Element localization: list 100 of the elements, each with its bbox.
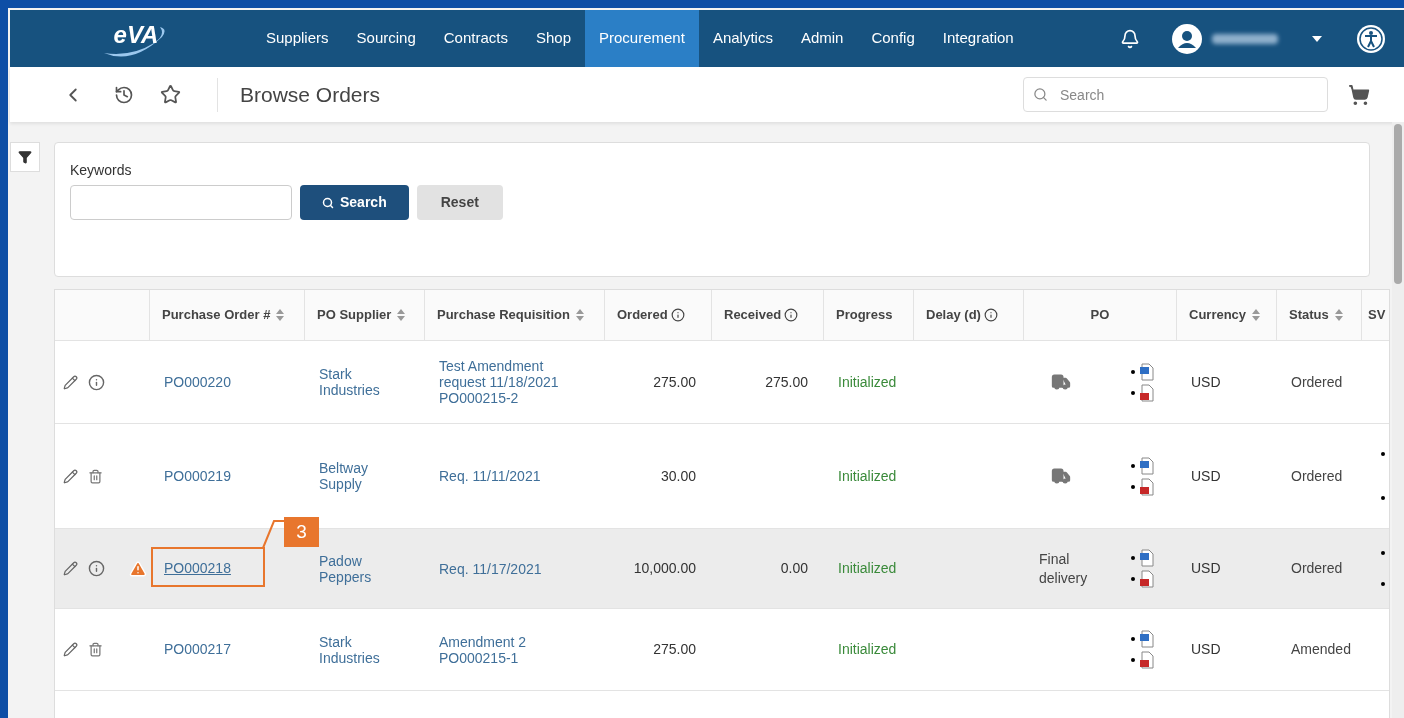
- delivery-note: Final delivery: [1039, 549, 1089, 588]
- progress-text: Initialized: [838, 559, 897, 578]
- delete-icon[interactable]: [88, 468, 103, 484]
- bullet-icon: [1131, 484, 1135, 489]
- info-icon[interactable]: [983, 308, 998, 322]
- column-header: Received: [724, 306, 782, 325]
- cart-icon[interactable]: [1348, 83, 1370, 106]
- sort-icon[interactable]: [276, 309, 285, 321]
- column-header[interactable]: Currency: [1189, 305, 1247, 325]
- order-link[interactable]: PO000219: [164, 465, 231, 487]
- scrollbar[interactable]: [1392, 122, 1404, 718]
- annotation-label: 3: [284, 517, 319, 547]
- bullet-icon: [1131, 637, 1135, 641]
- pdf-document-icon[interactable]: [1139, 570, 1155, 588]
- caret-icon[interactable]: [1312, 35, 1322, 42]
- column-header[interactable]: Purchase Order #: [162, 305, 271, 325]
- word-document-icon[interactable]: [1139, 456, 1155, 475]
- table-cell-text: USD: [1191, 640, 1221, 659]
- nav-tab[interactable]: Admin: [786, 10, 858, 67]
- nav-tab[interactable]: Integration: [928, 10, 1028, 67]
- search-field[interactable]: Search: [1023, 77, 1328, 112]
- order-link[interactable]: PO000220: [164, 371, 231, 393]
- edit-icon[interactable]: [63, 374, 78, 390]
- pdf-document-icon[interactable]: [1139, 651, 1155, 669]
- supplier-link[interactable]: Beltway Supply: [319, 460, 389, 492]
- word-document-icon[interactable]: [1139, 549, 1155, 567]
- avatar-icon[interactable]: [1172, 23, 1202, 54]
- search-icon: [1033, 87, 1048, 102]
- table-cell-text: 275.00: [765, 372, 808, 392]
- table-cell-text: USD: [1191, 466, 1221, 486]
- status-text: Amended: [1291, 640, 1351, 659]
- edit-icon[interactable]: [63, 561, 78, 576]
- progress-text: Initialized: [838, 640, 897, 659]
- search-icon: [322, 196, 334, 209]
- requisition-link[interactable]: Req. 11/17/2021: [439, 560, 542, 577]
- bullet-icon: [1131, 390, 1135, 395]
- nav-tab[interactable]: Sourcing: [342, 10, 430, 67]
- table-cell-text: 10,000.00: [633, 559, 696, 578]
- nav-tab[interactable]: Analytics: [698, 10, 787, 67]
- supplier-link[interactable]: Padow Peppers: [319, 552, 389, 585]
- status-text: Ordered: [1291, 559, 1343, 578]
- column-header[interactable]: Purchase Requisition: [437, 305, 570, 325]
- edit-icon[interactable]: [63, 642, 78, 657]
- filter-toggle[interactable]: [10, 142, 40, 172]
- sort-icon[interactable]: [1252, 309, 1261, 321]
- column-header[interactable]: Status: [1289, 305, 1329, 325]
- history-icon[interactable]: [114, 84, 134, 105]
- leader-line: [262, 519, 284, 549]
- sort-icon[interactable]: [1334, 309, 1343, 321]
- status-text: Ordered: [1291, 372, 1343, 392]
- bullet-icon: [1381, 550, 1385, 555]
- nav-tab[interactable]: Contracts: [429, 10, 522, 67]
- bullet-icon: [1131, 658, 1135, 662]
- accessibility-icon[interactable]: [1356, 23, 1386, 54]
- column-header: Ordered: [617, 306, 668, 325]
- pdf-document-icon[interactable]: [1139, 477, 1155, 496]
- info-icon[interactable]: [784, 308, 799, 322]
- pdf-document-icon[interactable]: [1139, 383, 1155, 402]
- info-icon[interactable]: [88, 373, 105, 391]
- word-document-icon[interactable]: [1139, 362, 1155, 381]
- star-icon[interactable]: [160, 84, 181, 105]
- word-document-icon[interactable]: [1139, 630, 1155, 648]
- nav-tab[interactable]: Procurement: [585, 10, 699, 67]
- supplier-link[interactable]: Stark Industries: [319, 633, 389, 666]
- filter-icon: [18, 150, 32, 164]
- bullet-icon: [1131, 463, 1135, 468]
- status-text: Ordered: [1291, 466, 1343, 486]
- bullet-icon: [1381, 582, 1385, 587]
- table-cell-text: USD: [1191, 559, 1221, 578]
- info-icon[interactable]: [88, 560, 105, 577]
- nav-tab[interactable]: Suppliers: [252, 10, 343, 67]
- sort-icon[interactable]: [397, 309, 406, 321]
- requisition-link[interactable]: Amendment 2 PO000215-1: [439, 633, 589, 666]
- column-header: Delay (d): [926, 306, 981, 325]
- column-header: Progress: [836, 306, 893, 325]
- table-cell-text: USD: [1191, 372, 1221, 392]
- nav-tab[interactable]: Config: [857, 10, 929, 67]
- order-link[interactable]: PO000217: [164, 639, 231, 660]
- info-icon[interactable]: [670, 308, 685, 322]
- truck-icon[interactable]: [1051, 466, 1071, 486]
- edit-icon[interactable]: [63, 468, 78, 484]
- requisition-link[interactable]: Test Amendment request 11/18/2021 PO000215-2: [439, 358, 589, 406]
- order-link[interactable]: PO000218: [164, 558, 231, 579]
- bell-icon[interactable]: [1120, 28, 1140, 49]
- delete-icon[interactable]: [88, 642, 103, 657]
- column-header[interactable]: PO Supplier: [317, 305, 392, 325]
- blurred-username: [1212, 33, 1278, 44]
- supplier-link[interactable]: Stark Industries: [319, 366, 389, 398]
- progress-text: Initialized: [838, 466, 897, 486]
- column-header: PO: [1090, 306, 1110, 325]
- column-header: SV: [1368, 306, 1386, 325]
- truck-icon[interactable]: [1051, 372, 1071, 392]
- keywords-field[interactable]: [70, 185, 292, 220]
- sort-icon[interactable]: [575, 309, 584, 321]
- table-cell-text: 30.00: [660, 466, 696, 486]
- nav-tab[interactable]: Shop: [521, 10, 585, 67]
- requisition-link[interactable]: Req. 11/11/2021: [439, 468, 541, 484]
- bullet-icon: [1131, 556, 1135, 560]
- reset-button[interactable]: Reset: [416, 185, 503, 220]
- search-button[interactable]: Search: [300, 185, 409, 220]
